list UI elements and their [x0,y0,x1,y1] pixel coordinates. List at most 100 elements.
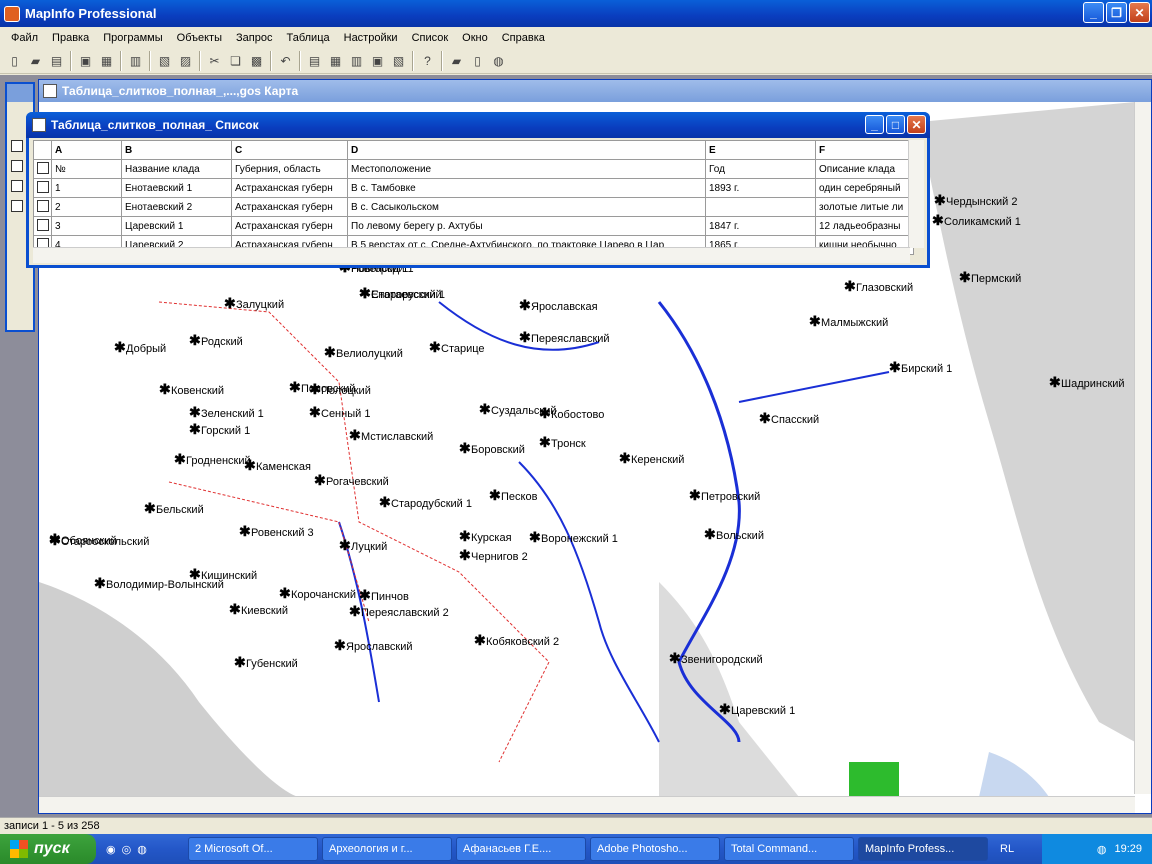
new-mapper-icon[interactable]: ▦ [326,51,345,70]
browser-window-titlebar[interactable]: Таблица_слитков_полная_ Список _ □ ✕ [26,112,930,138]
table-cell[interactable] [705,197,816,217]
table-cell[interactable]: 1893 г. [705,178,816,198]
hoard-marker[interactable]: ✱ [114,339,126,355]
open-icon[interactable]: ▰ [26,51,45,70]
hoard-marker[interactable]: ✱ [189,421,201,437]
new-grapher-icon[interactable]: ▥ [347,51,366,70]
copy-icon[interactable]: ❏ [226,51,245,70]
globe-icon[interactable]: ◍ [489,51,508,70]
menu-list[interactable]: Список [405,32,456,44]
table-cell[interactable]: В с. Сасыкольском [347,197,706,217]
hoard-marker[interactable]: ✱ [1049,374,1061,390]
map-horizontal-scrollbar[interactable] [39,796,1135,813]
hoard-marker[interactable]: ✱ [689,487,701,503]
taskbar-item[interactable]: 2 Microsoft Of... [188,837,318,861]
hoard-marker[interactable]: ✱ [429,339,441,355]
table-cell[interactable]: Астраханская губерн [231,178,348,198]
column-letter[interactable]: D [347,140,706,160]
hoard-marker[interactable]: ✱ [519,329,531,345]
hoard-marker[interactable]: ✱ [959,269,971,285]
quick-launch-icon[interactable]: ◎ [122,843,132,856]
hoard-marker[interactable]: ✱ [324,344,336,360]
tool-manager-icon[interactable]: ▰ [447,51,466,70]
header-cell[interactable]: № [51,159,122,179]
table-cell[interactable]: Енотаевский 1 [121,178,232,198]
menu-table[interactable]: Таблица [279,32,336,44]
menu-window[interactable]: Окно [455,32,495,44]
hoard-marker[interactable]: ✱ [359,285,371,301]
hoard-marker[interactable]: ✱ [539,405,551,421]
hoard-marker[interactable]: ✱ [359,587,371,603]
hoard-marker[interactable]: ✱ [529,529,541,545]
hoard-marker[interactable]: ✱ [229,601,241,617]
row-checkbox[interactable] [11,140,23,152]
table-cell[interactable]: 12 ладьеобразны [815,216,914,236]
help-icon[interactable]: ? [418,51,437,70]
table-cell[interactable]: Енотаевский 2 [121,197,232,217]
hoard-marker[interactable]: ✱ [479,401,491,417]
header-cell[interactable]: Губерния, область [231,159,348,179]
close-button[interactable]: ✕ [1129,2,1150,23]
hoard-marker[interactable]: ✱ [349,603,361,619]
table-cell[interactable]: 1 [51,178,122,198]
hoard-marker[interactable]: ✱ [539,434,551,450]
hoard-marker[interactable]: ✱ [844,278,856,294]
run-program-icon[interactable]: ▯ [468,51,487,70]
table-cell[interactable]: В с. Тамбовке [347,178,706,198]
hoard-marker[interactable]: ✱ [309,404,321,420]
menu-objects[interactable]: Объекты [170,32,229,44]
app-titlebar[interactable]: MapInfo Professional _ ❐ ✕ [0,0,1152,27]
table-row[interactable]: 3 Царевский 1 Астраханская губерн По лев… [33,216,914,236]
hoard-marker[interactable]: ✱ [334,637,346,653]
column-letter[interactable]: F [815,140,914,160]
save-icon[interactable]: ▣ [76,51,95,70]
hoard-marker[interactable]: ✱ [234,654,246,670]
table-cell[interactable]: Астраханская губерн [231,216,348,236]
restore-button[interactable]: ❐ [1106,2,1127,23]
hoard-marker[interactable]: ✱ [239,523,251,539]
minimized-window-titlebar[interactable] [7,84,33,102]
table-cell[interactable]: По левому берегу р. Ахтубы [347,216,706,236]
row-checkbox[interactable] [37,218,49,231]
browser-vertical-scrollbar[interactable] [908,140,924,248]
start-button[interactable]: пуск [0,834,96,864]
hoard-marker[interactable]: ✱ [174,451,186,467]
row-checkbox[interactable] [37,161,49,174]
hoard-marker[interactable]: ✱ [314,472,326,488]
hoard-marker[interactable]: ✱ [279,585,291,601]
table-cell[interactable]: 1847 г. [705,216,816,236]
menu-query[interactable]: Запрос [229,32,279,44]
hoard-marker[interactable]: ✱ [144,500,156,516]
save-workspace-icon[interactable]: ▦ [97,51,116,70]
table-row[interactable]: 2 Енотаевский 2 Астраханская губерн В с.… [33,197,914,217]
taskbar-item[interactable]: Adobe Photosho... [590,837,720,861]
table-row[interactable]: 1 Енотаевский 1 Астраханская губерн В с.… [33,178,914,198]
taskbar-item[interactable]: Афанасьев Г.Е.... [456,837,586,861]
hoard-marker[interactable]: ✱ [244,457,256,473]
browser-minimize-button[interactable]: _ [865,115,884,134]
header-cell[interactable]: Описание клада [815,159,914,179]
undo-icon[interactable]: ↶ [276,51,295,70]
hoard-marker[interactable]: ✱ [519,297,531,313]
table-cell[interactable]: 3 [51,216,122,236]
table-cell[interactable]: золотые литые ли [815,197,914,217]
hoard-marker[interactable]: ✱ [459,440,471,456]
column-letter[interactable]: C [231,140,348,160]
row-checkbox[interactable] [37,180,49,193]
open-dbms-icon[interactable]: ▥ [126,51,145,70]
table-cell[interactable]: 2 [51,197,122,217]
hoard-marker[interactable]: ✱ [339,537,351,553]
row-checkbox[interactable] [11,160,23,172]
hoard-marker[interactable]: ✱ [379,494,391,510]
hoard-marker[interactable]: ✱ [474,632,486,648]
new-browser-icon[interactable]: ▤ [305,51,324,70]
hoard-marker[interactable]: ✱ [289,379,301,395]
print-icon[interactable]: ▨ [176,51,195,70]
minimize-button[interactable]: _ [1083,2,1104,23]
browser-horizontal-scrollbar[interactable] [33,247,910,263]
table-cell[interactable]: один серебряный [815,178,914,198]
new-redistrict-icon[interactable]: ▧ [389,51,408,70]
browser-maximize-button[interactable]: □ [886,115,905,134]
hoard-marker[interactable]: ✱ [224,295,236,311]
menu-help[interactable]: Справка [495,32,552,44]
